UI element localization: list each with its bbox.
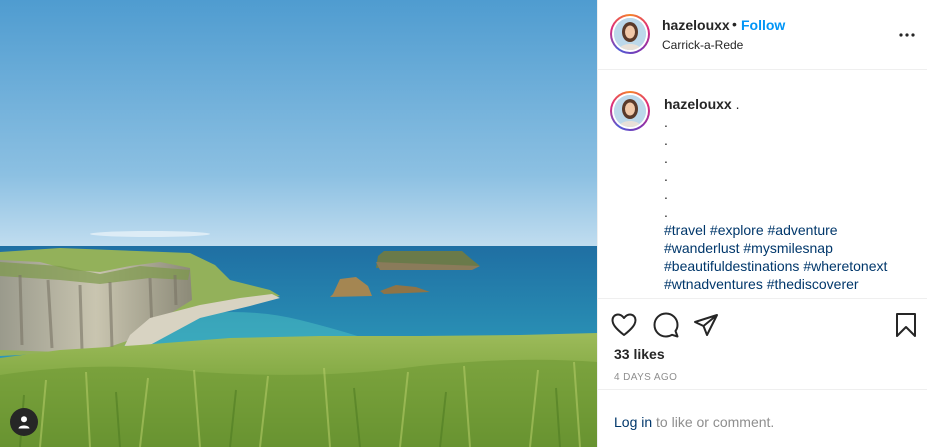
hashtag-link[interactable]: #wanderlust: [664, 240, 740, 256]
avatar[interactable]: [610, 14, 650, 54]
post-photo[interactable]: [0, 0, 597, 447]
header-separator: •: [732, 16, 737, 32]
caption-dot: .: [664, 150, 668, 166]
login-prompt-text: to like or comment.: [652, 414, 775, 430]
person-glyph: [18, 416, 30, 429]
follow-button[interactable]: Follow: [741, 17, 785, 33]
comment-icon[interactable]: [652, 311, 680, 339]
avatar-image: [614, 95, 646, 127]
avatar-image: [614, 18, 646, 50]
share-icon[interactable]: [692, 311, 720, 339]
caption-dot: .: [664, 168, 668, 184]
action-bar: 33 likes 4 DAYS AGO: [598, 300, 927, 390]
hashtag-line: #wanderlust #mysmilesnap: [664, 239, 919, 257]
post-header: hazelouxx • Follow Carrick-a-Rede: [598, 0, 927, 70]
more-options-icon[interactable]: [898, 26, 916, 44]
caption-dot: .: [664, 186, 668, 202]
caption-dot: .: [664, 204, 668, 220]
login-link[interactable]: Log in: [614, 414, 652, 430]
caption-section: hazelouxx . . . . . . . #travel #explore…: [598, 71, 927, 299]
header-username[interactable]: hazelouxx: [662, 17, 730, 33]
caption-avatar[interactable]: [610, 91, 650, 131]
hashtag-link[interactable]: #thediscoverer: [767, 276, 859, 292]
hashtag-link[interactable]: #explore: [710, 222, 764, 238]
hashtag-line: #beautifuldestinations #wheretonext: [664, 257, 919, 275]
hashtag-link[interactable]: #adventure: [768, 222, 838, 238]
location-link[interactable]: Carrick-a-Rede: [662, 38, 743, 52]
hashtag-link[interactable]: #travel: [664, 222, 706, 238]
caption-text: hazelouxx . . . . . . . #travel #explore…: [664, 95, 919, 293]
hashtag-link[interactable]: #wtnadventures: [664, 276, 763, 292]
heart-icon[interactable]: [610, 311, 638, 339]
hashtag-link[interactable]: #wheretonext: [803, 258, 887, 274]
hashtag-link[interactable]: #mysmilesnap: [743, 240, 832, 256]
caption-username[interactable]: hazelouxx: [664, 96, 732, 112]
caption-dot: .: [664, 114, 668, 130]
user-tag-icon[interactable]: [10, 408, 38, 436]
post-sidebar: hazelouxx • Follow Carrick-a-Rede hazelo…: [597, 0, 927, 447]
caption-first-line: .: [731, 96, 740, 112]
hashtag-link[interactable]: #beautifuldestinations: [664, 258, 799, 274]
login-prompt: Log in to like or comment.: [614, 414, 774, 430]
bookmark-icon[interactable]: [892, 311, 920, 339]
likes-count[interactable]: 33 likes: [614, 346, 665, 362]
hashtag-line: #travel #explore #adventure: [664, 221, 919, 239]
caption-dot: .: [664, 132, 668, 148]
post-timestamp[interactable]: 4 DAYS AGO: [614, 372, 677, 383]
seascape-image: [0, 0, 597, 447]
hashtag-line: #wtnadventures #thediscoverer: [664, 275, 919, 293]
